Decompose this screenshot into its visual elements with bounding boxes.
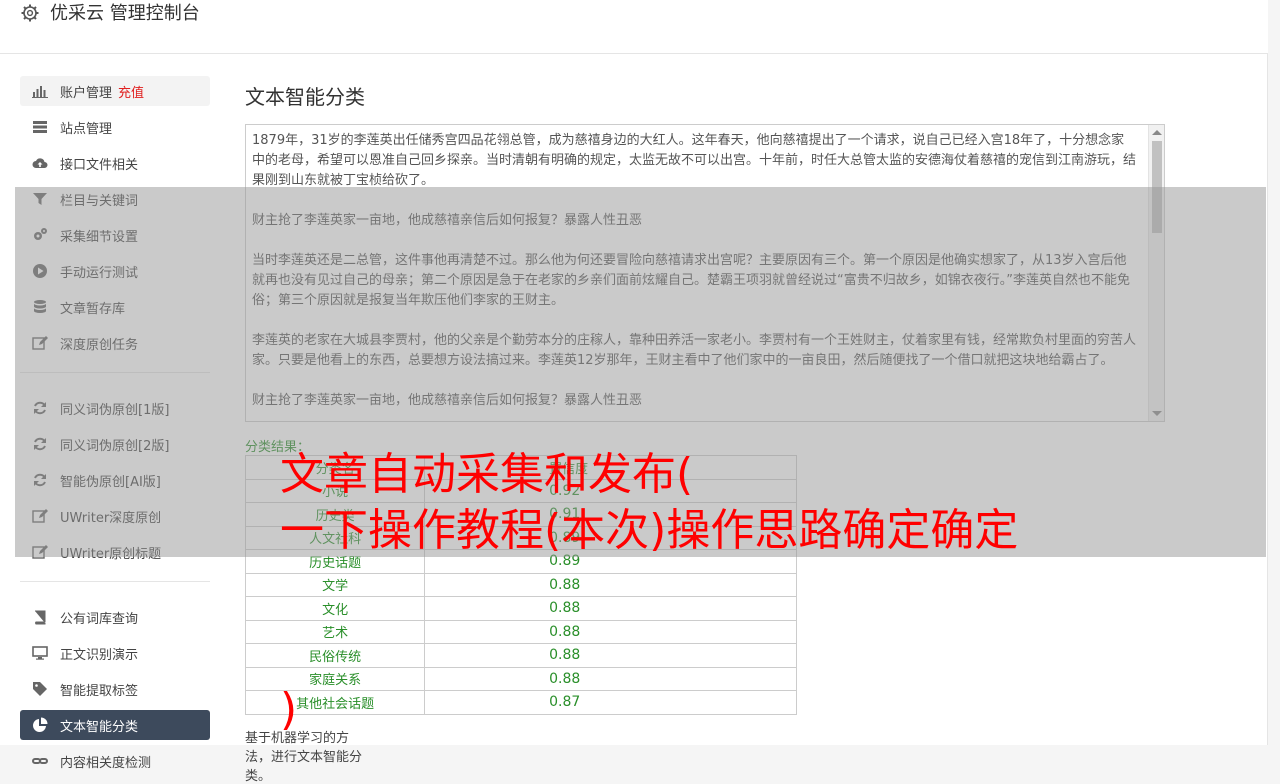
confidence-cell: 0.88 <box>424 619 797 644</box>
overlay-line: 文章自动采集和发布( <box>280 449 694 500</box>
sidebar-item-label: 站点管理 <box>60 121 113 137</box>
paragraph: 1879年，31岁的李莲英出任储秀宫四品花翎总管，成为慈禧身边的大红人。这年春天… <box>252 133 1137 188</box>
category-cell: 文化 <box>244 596 426 621</box>
sidebar-item-public-lexicon[interactable]: 公有词库查询 <box>20 602 210 632</box>
app-title: 优采云 管理控制台 <box>50 3 200 24</box>
table-row: 文学 0.88 <box>244 572 797 597</box>
category-cell: 民俗传统 <box>244 643 426 668</box>
sidebar-item-label: 账户管理 <box>60 85 113 101</box>
sidebar-item-label: 正文识别演示 <box>60 647 139 663</box>
overlay-closing-paren: ) <box>280 684 298 735</box>
sidebar-item-label: 智能提取标签 <box>60 683 139 699</box>
overlay-caption: 文章自动采集和发布( 一下操作教程(本次)操作思路确定确定 <box>280 447 1018 559</box>
pie-chart-icon <box>33 717 48 732</box>
sidebar-divider <box>20 581 210 582</box>
sidebar-item-label: 公有词库查询 <box>60 611 139 627</box>
bar-chart-icon <box>32 86 48 98</box>
confidence-cell: 0.87 <box>424 690 797 715</box>
server-icon <box>33 121 47 133</box>
main-content: 文本智能分类 1879年，31岁的李莲英出任储秀宫四品花翎总管，成为慈禧身边的大… <box>244 84 1165 784</box>
table-row: 民俗传统 0.88 <box>244 643 797 668</box>
confidence-cell: 0.88 <box>424 596 797 621</box>
category-cell: 文学 <box>244 572 426 597</box>
sidebar-item-interface[interactable]: 接口文件相关 <box>20 148 210 178</box>
monitor-icon <box>32 646 48 660</box>
sidebar-item-sites[interactable]: 站点管理 <box>20 112 210 142</box>
cloud-upload-icon <box>32 158 48 168</box>
sidebar-item-label: 接口文件相关 <box>60 157 139 173</box>
gear-icon <box>21 4 39 22</box>
page-title: 文本智能分类 <box>245 85 365 109</box>
category-cell: 艺术 <box>244 619 426 644</box>
category-cell: 家庭关系 <box>244 666 426 691</box>
recharge-link[interactable]: 充值 <box>118 82 144 101</box>
sidebar-item-relevance[interactable]: 内容相关度检测 <box>20 746 210 776</box>
link-icon <box>32 758 48 764</box>
table-row: 其他社会话题 0.87 <box>244 690 797 715</box>
header-bar: 优采云 管理控制台 <box>0 0 1268 54</box>
scroll-up-arrow-icon[interactable] <box>1152 130 1162 135</box>
sidebar-item-label: 文本智能分类 <box>60 719 139 735</box>
sidebar-item-label: 内容相关度检测 <box>60 755 152 771</box>
table-row: 艺术 0.88 <box>244 619 797 644</box>
sidebar-item-text-recognition[interactable]: 正文识别演示 <box>20 638 210 668</box>
tag-icon <box>33 682 47 696</box>
table-row: 文化 0.88 <box>244 596 797 621</box>
book-icon <box>35 610 46 625</box>
sidebar-item-account[interactable]: 账户管理 充值 <box>20 76 210 106</box>
confidence-cell: 0.88 <box>424 666 797 691</box>
confidence-cell: 0.88 <box>424 643 797 668</box>
footnote: 基于机器学习的方法，进行文本智能分类。 <box>245 731 363 784</box>
overlay-line: 一下操作教程(本次)操作思路确定确定 <box>280 505 1019 556</box>
sidebar-item-tag-extract[interactable]: 智能提取标签 <box>20 674 210 704</box>
category-cell: 其他社会话题 <box>244 690 426 715</box>
confidence-cell: 0.88 <box>424 572 797 597</box>
table-row: 家庭关系 0.88 <box>244 666 797 691</box>
sidebar-item-text-classify[interactable]: 文本智能分类 <box>20 710 210 740</box>
